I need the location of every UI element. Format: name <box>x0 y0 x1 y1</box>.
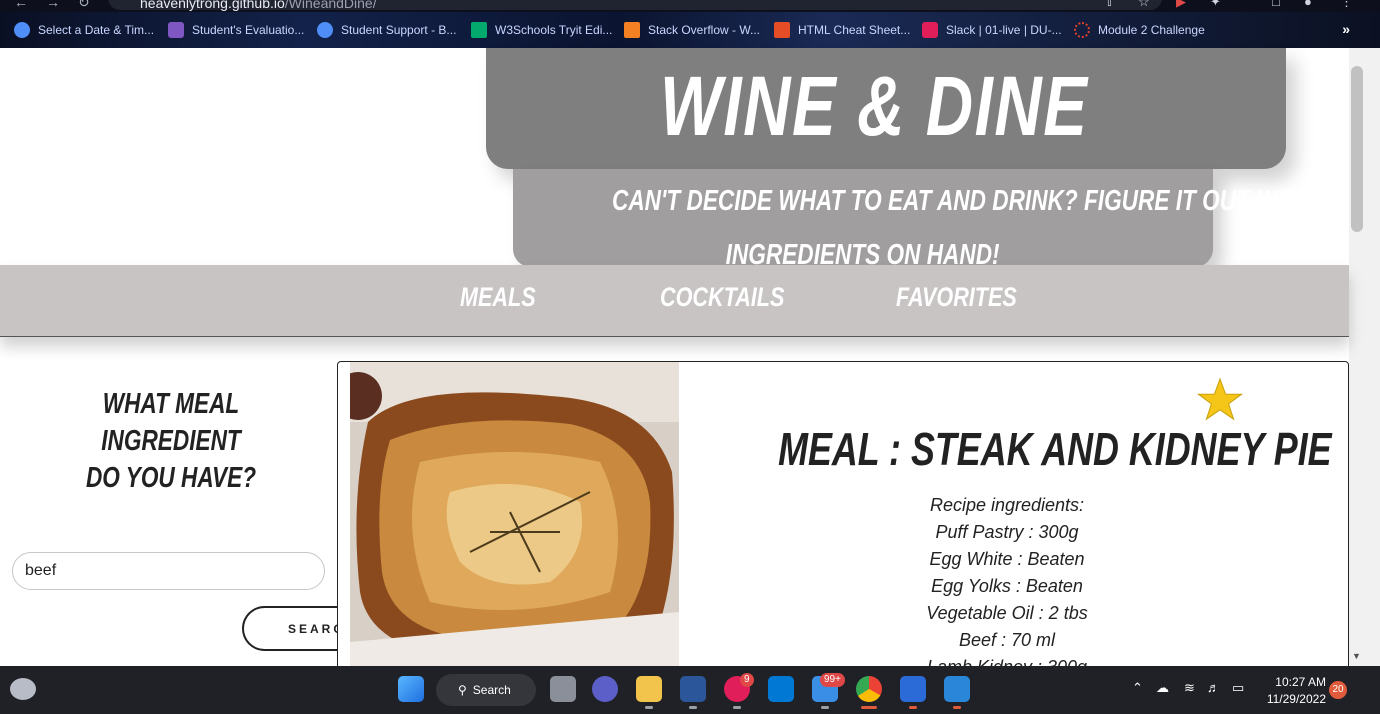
forward-icon[interactable]: → <box>46 0 60 10</box>
menu-icon[interactable]: ⋮ <box>1340 0 1353 10</box>
nav-cocktails-label: COCKTAILS <box>660 282 785 312</box>
bookmark-label: Slack | 01-live | DU-... <box>946 23 1062 37</box>
bookmark-label: Module 2 Challenge <box>1098 23 1205 37</box>
nav-cocktails[interactable]: COCKTAILS <box>660 282 816 313</box>
bookmark-label: Student's Evaluatio... <box>192 23 305 37</box>
running-indicator <box>953 706 961 709</box>
url-host: heavenlytrong.github.io <box>140 0 285 11</box>
tagline-line-1: Can't decide what to eat and drink? Figu… <box>611 185 1314 217</box>
url-path: /WineandDine/ <box>284 0 377 11</box>
nav-favorites[interactable]: FAVORITES <box>896 282 1047 313</box>
meal-title-text: Meal : Steak and Kidney Pie <box>778 423 1332 475</box>
canvas-icon <box>1074 22 1090 38</box>
search-prompt-text: What meal ingredient do you have? <box>85 388 257 494</box>
wifi-icon[interactable]: ≋ <box>1184 680 1195 696</box>
bookmarks-bar: Select a Date & Tim... Student's Evaluat… <box>0 12 1380 48</box>
html5-icon <box>774 22 790 38</box>
vscode-icon[interactable] <box>768 676 794 702</box>
pie-image <box>350 362 679 666</box>
reload-icon[interactable]: ↻ <box>78 0 90 11</box>
search-prompt: What meal ingredient do you have? <box>60 386 282 497</box>
ingredient-item: Vegetable Oil : 2 tbs <box>926 603 1088 623</box>
teams-icon[interactable] <box>592 676 618 702</box>
word-icon[interactable] <box>680 676 706 702</box>
ingredient-item: Puff Pastry : 300g <box>935 522 1079 542</box>
extension-icon[interactable]: ▶ <box>1176 0 1186 10</box>
ingredient-item: Egg White : Beaten <box>929 549 1085 569</box>
browser-toolbar: ← → ↻ heavenlytrong.github.io/WineandDin… <box>0 0 1380 12</box>
taskbar-search-label: Search <box>472 683 511 697</box>
clock-date: 11/29/2022 <box>1266 692 1326 706</box>
bookmark-label: HTML Cheat Sheet... <box>798 23 911 37</box>
chrome-icon <box>317 22 333 38</box>
bookmark-label: Stack Overflow - W... <box>648 23 761 37</box>
bookmarks-overflow-icon[interactable]: » <box>1342 21 1350 37</box>
running-indicator <box>909 706 917 709</box>
bookmark-item[interactable]: Student's Evaluatio... <box>168 20 304 40</box>
taskbar-search[interactable]: ⚲ Search <box>436 674 536 706</box>
bookmark-label: Select a Date & Tim... <box>38 23 155 37</box>
scrollbar-thumb[interactable] <box>1351 66 1363 232</box>
chrome-taskbar-icon[interactable] <box>856 676 882 702</box>
scroll-down-icon[interactable]: ▼ <box>1352 651 1361 661</box>
ingredient-list: Recipe ingredients: Puff Pastry : 300g E… <box>847 492 1167 681</box>
nav-favorites-label: FAVORITES <box>896 282 1017 312</box>
volume-icon[interactable]: ♬ <box>1207 680 1220 695</box>
ingredient-item: Egg Yolks : Beaten <box>931 576 1083 596</box>
favorite-star-icon[interactable] <box>1196 376 1244 424</box>
ingredients-heading: Recipe ingredients: <box>929 495 1085 515</box>
bookmark-item[interactable]: W3Schools Tryit Edi... <box>471 20 612 40</box>
bookmark-item[interactable]: HTML Cheat Sheet... <box>774 20 910 40</box>
stackoverflow-icon <box>624 22 640 38</box>
bookmark-label: Student Support - B... <box>341 23 457 37</box>
start-icon[interactable] <box>398 676 424 702</box>
bookmark-item[interactable]: Module 2 Challenge <box>1074 20 1205 40</box>
tray-chevron-icon[interactable]: ⌃ <box>1132 680 1143 696</box>
address-text[interactable]: heavenlytrong.github.io/WineandDine/ <box>140 0 377 11</box>
back-icon[interactable]: ← <box>14 0 28 10</box>
bookmark-item[interactable]: Student Support - B... <box>317 20 456 40</box>
share-icon[interactable]: ⇧ <box>1104 0 1115 10</box>
search-icon: ⚲ <box>458 683 467 697</box>
slack-badge: 9 <box>740 673 754 687</box>
weather-icon[interactable] <box>10 678 36 700</box>
forms-icon <box>168 22 184 38</box>
nav-meals-label: MEALS <box>460 282 536 312</box>
clock-time: 10:27 AM <box>1275 675 1326 689</box>
meal-photo <box>350 362 679 666</box>
site-title: WINE & DINE <box>660 59 1089 153</box>
running-indicator <box>645 706 653 709</box>
system-clock[interactable]: 10:27 AM 11/29/2022 <box>1262 674 1326 708</box>
bookmark-item[interactable]: Slack | 01-live | DU-... <box>922 20 1062 40</box>
running-indicator <box>821 706 829 709</box>
meal-title: Meal : Steak and Kidney Pie <box>700 422 1332 476</box>
slack-icon <box>922 22 938 38</box>
mail-badge: 99+ <box>820 673 845 687</box>
notification-badge[interactable]: 20 <box>1329 681 1347 699</box>
active-indicator <box>861 706 877 709</box>
task-view-icon[interactable] <box>550 676 576 702</box>
onedrive-icon[interactable]: ☁ <box>1156 680 1169 696</box>
puzzle-icon[interactable]: ✦ <box>1210 0 1221 10</box>
ingredient-search-input[interactable] <box>12 552 325 590</box>
w3schools-icon <box>471 22 487 38</box>
bookmark-item[interactable]: Select a Date & Tim... <box>14 20 154 40</box>
nav-meals[interactable]: MEALS <box>460 282 555 313</box>
bookmark-label: W3Schools Tryit Edi... <box>495 23 613 37</box>
chrome-icon <box>14 22 30 38</box>
running-indicator <box>689 706 697 709</box>
photos-icon[interactable] <box>944 676 970 702</box>
security-shield-icon[interactable] <box>900 676 926 702</box>
profile-avatar-icon[interactable]: ● <box>1304 0 1312 9</box>
battery-icon[interactable]: ▭ <box>1232 680 1244 696</box>
bookmark-star-icon[interactable]: ☆ <box>1138 0 1150 10</box>
ingredient-item: Beef : 70 ml <box>958 630 1056 650</box>
sidepanel-icon[interactable]: □ <box>1272 0 1280 9</box>
file-explorer-icon[interactable] <box>636 676 662 702</box>
running-indicator <box>733 706 741 709</box>
bookmark-item[interactable]: Stack Overflow - W... <box>624 20 760 40</box>
